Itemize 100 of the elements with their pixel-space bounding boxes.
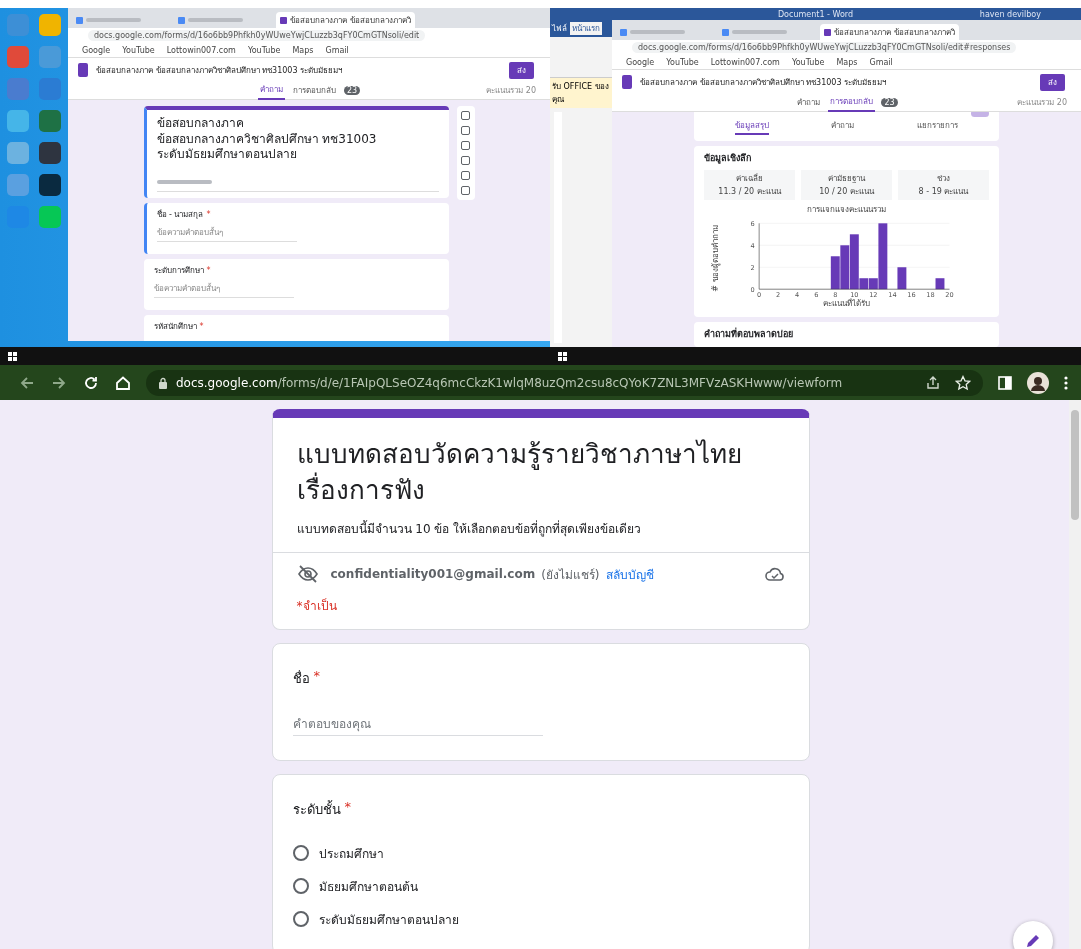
- bookmark[interactable]: YouTube: [666, 57, 699, 67]
- radio-option[interactable]: ระดับมัธยมศึกษาตอนปลาย: [292, 909, 789, 929]
- forms-icon: [280, 16, 287, 24]
- summary-tab[interactable]: แยกรายการ: [916, 119, 958, 135]
- option-label: ระดับมัธยมศึกษาตอนปลาย: [318, 911, 459, 929]
- user-name: haven devilboy: [979, 9, 1041, 19]
- question-card[interactable]: ชื่อ - นามสกุล * ข้อความคำตอบสั้นๆ: [143, 202, 449, 254]
- question-title: ชื่อ - นามสกุล: [156, 208, 204, 220]
- switch-account-link[interactable]: สลับบัญชี: [605, 564, 654, 584]
- section-title: คำถามที่ตอบพลาดบ่อย: [704, 327, 794, 341]
- avatar-icon[interactable]: [1027, 371, 1049, 394]
- total-points: คะแนนรวม 20: [1017, 97, 1067, 109]
- stat-label: ช่วง: [937, 172, 950, 185]
- side-panel-icon[interactable]: [997, 374, 1013, 391]
- blurred-text: [86, 18, 141, 22]
- scrollbar[interactable]: [1069, 400, 1081, 949]
- histogram-bar: [830, 255, 840, 289]
- send-button[interactable]: ส่ง: [509, 61, 534, 79]
- pencil-icon: [1024, 932, 1042, 949]
- stat-value: 10 / 20 คะแนน: [819, 185, 874, 198]
- question-title: ชื่อ: [292, 669, 310, 688]
- chart-title: การแจกแจงคะแนนรวม: [806, 203, 887, 216]
- answer-field: ข้อความคำตอบสั้นๆ: [156, 225, 297, 242]
- option-label: ประถมศึกษา: [318, 845, 384, 863]
- radio-option[interactable]: ประถมศึกษา: [292, 843, 789, 863]
- total-points: คะแนนรวม 20: [486, 85, 536, 97]
- blurred-text: [188, 18, 243, 22]
- blurred-text: [732, 30, 787, 34]
- question-card[interactable]: รหัสนักศึกษา *: [143, 315, 449, 341]
- radio-option[interactable]: มัธยมศึกษาตอนต้น: [292, 876, 789, 896]
- question-title: รหัสนักศึกษา: [153, 321, 197, 333]
- required-mark: *: [206, 208, 211, 220]
- bookmark[interactable]: Gmail: [869, 57, 893, 67]
- radio-button[interactable]: [292, 911, 309, 928]
- radio-button[interactable]: [292, 878, 309, 895]
- cloud-check-icon: [764, 566, 785, 583]
- stat-value: 8 - 19 คะแนน: [918, 185, 969, 198]
- summary-tab[interactable]: ข้อมูลสรุป: [735, 119, 770, 135]
- star-icon[interactable]: [955, 374, 971, 391]
- windows-icon[interactable]: [558, 351, 567, 361]
- address-bar[interactable]: docs.google.com/forms/d/16o6bb9Phfkh0yWUweYwjCLuzzb3qFY0CmGTNsoli/edit#responses: [632, 42, 1017, 53]
- url-text: docs.google.com/forms/d/e/1FAIpQLSeOZ4q6mcCkzK1wlqM8uzQm2csu8cQYoK7ZNL3MFVzASKHwww/viewform: [176, 375, 844, 390]
- editor-tab[interactable]: การตอบกลับ: [290, 82, 338, 99]
- question-title: ระดับการศึกษา: [153, 264, 204, 277]
- axis-label: # ของผู้ตอบคำถาม: [709, 224, 722, 292]
- app-icon[interactable]: [39, 174, 61, 196]
- eye-off-icon: [296, 565, 319, 584]
- bookmark[interactable]: Google: [82, 45, 111, 55]
- bookmark[interactable]: YouTube: [122, 45, 155, 55]
- app-icon[interactable]: [39, 142, 61, 164]
- toggle-switch[interactable]: [971, 112, 989, 117]
- required-mark: *: [199, 321, 204, 333]
- form-title: ข้อสอบกลางภาค ข้อสอบกลางภาควิชาศิลปศึกษา ทช31003 ระดับมัธยมฯ: [640, 76, 888, 89]
- radio-button[interactable]: [292, 845, 309, 862]
- form-title: ข้อสอบกลางภาค ข้อสอบกลางภาควิชาศิลปศึกษา ทช31003 ระดับมัธยมฯ: [96, 64, 344, 77]
- stat-label: ค่าเฉลี่ย: [736, 172, 763, 185]
- address-bar[interactable]: docs.google.com/forms/d/16o6bb9Phfkh0yWUweYwjCLuzzb3qFY0CmGTNsoli/edit: [88, 30, 426, 41]
- forms-icon: [824, 28, 831, 36]
- editor-tab[interactable]: คำถาม: [795, 94, 823, 111]
- send-button[interactable]: ส่ง: [1040, 73, 1065, 91]
- browser-tab[interactable]: ข้อสอบกลางภาค ข้อสอบกลางภาควิ: [820, 24, 959, 40]
- ribbon-tab[interactable]: ไฟล์: [552, 22, 567, 35]
- form-description: แบบทดสอบนี้มีจำนวน 10 ข้อ ให้เลือกตอบข้อที่ถูกที่สุดเพียงข้อเดียว: [296, 519, 643, 538]
- browser-tab[interactable]: ข้อสอบกลางภาค ข้อสอบกลางภาควิ: [276, 12, 415, 28]
- form-title: แบบทดสอบวัดความรู้รายวิชาภาษาไทย เรื่องการฟัง: [296, 438, 743, 508]
- bookmark[interactable]: Lottowin007.com: [710, 57, 780, 67]
- required-note: *จำเป็น: [295, 597, 338, 615]
- windows-icon[interactable]: [8, 351, 17, 361]
- option-label: มัธยมศึกษาตอนต้น: [318, 878, 418, 896]
- account-email: confidentiality001@gmail.com: [330, 567, 536, 582]
- bookmark[interactable]: Maps: [836, 57, 858, 67]
- drive-icon: [620, 28, 627, 36]
- bookmark[interactable]: Lottowin007.com: [166, 45, 236, 55]
- edit-button[interactable]: [1013, 921, 1053, 949]
- summary-tab[interactable]: คำถาม: [831, 119, 855, 135]
- header-line: ข้อสอบกลางภาควิชาศิลปศึกษา ทช31003: [156, 131, 378, 148]
- share-icon[interactable]: [925, 374, 941, 391]
- forms-icon: [622, 75, 632, 89]
- bookmark[interactable]: YouTube: [791, 57, 825, 67]
- histogram-bar: [839, 244, 849, 289]
- bookmark[interactable]: Google: [626, 57, 655, 67]
- bookmark[interactable]: YouTube: [247, 45, 281, 55]
- menu-icon[interactable]: [1063, 374, 1069, 391]
- stat-label: ค่ามัธยฐาน: [828, 172, 865, 185]
- ribbon-tab[interactable]: หน้าแรก: [570, 22, 602, 35]
- bookmark[interactable]: Maps: [292, 45, 314, 55]
- blurred-text: [630, 30, 685, 34]
- share-status: (ยังไม่แชร์): [541, 566, 600, 584]
- drive-icon: [76, 16, 83, 24]
- required-mark: *: [206, 264, 211, 277]
- notice-bar: รับ OFFICE ของคุณ: [550, 78, 612, 108]
- address-bar[interactable]: docs.google.com/forms/d/e/1FAIpQLSeOZ4q6mcCkzK1wlqM8uzQm2csu8cQYoK7ZNL3MFVzASKHwww/viewform: [146, 369, 983, 396]
- blurred-text: [156, 179, 212, 184]
- section-title: ข้อมูลเชิงลึก: [704, 152, 752, 166]
- required-mark: *: [313, 667, 320, 685]
- answer-field: ข้อความคำตอบสั้นๆ: [153, 282, 294, 299]
- bookmark[interactable]: Gmail: [325, 45, 349, 55]
- stat-value: 11.3 / 20 คะแนน: [718, 185, 781, 198]
- question-card[interactable]: ระดับการศึกษา * ข้อความคำตอบสั้นๆ: [143, 258, 449, 311]
- drive-icon: [178, 16, 185, 24]
